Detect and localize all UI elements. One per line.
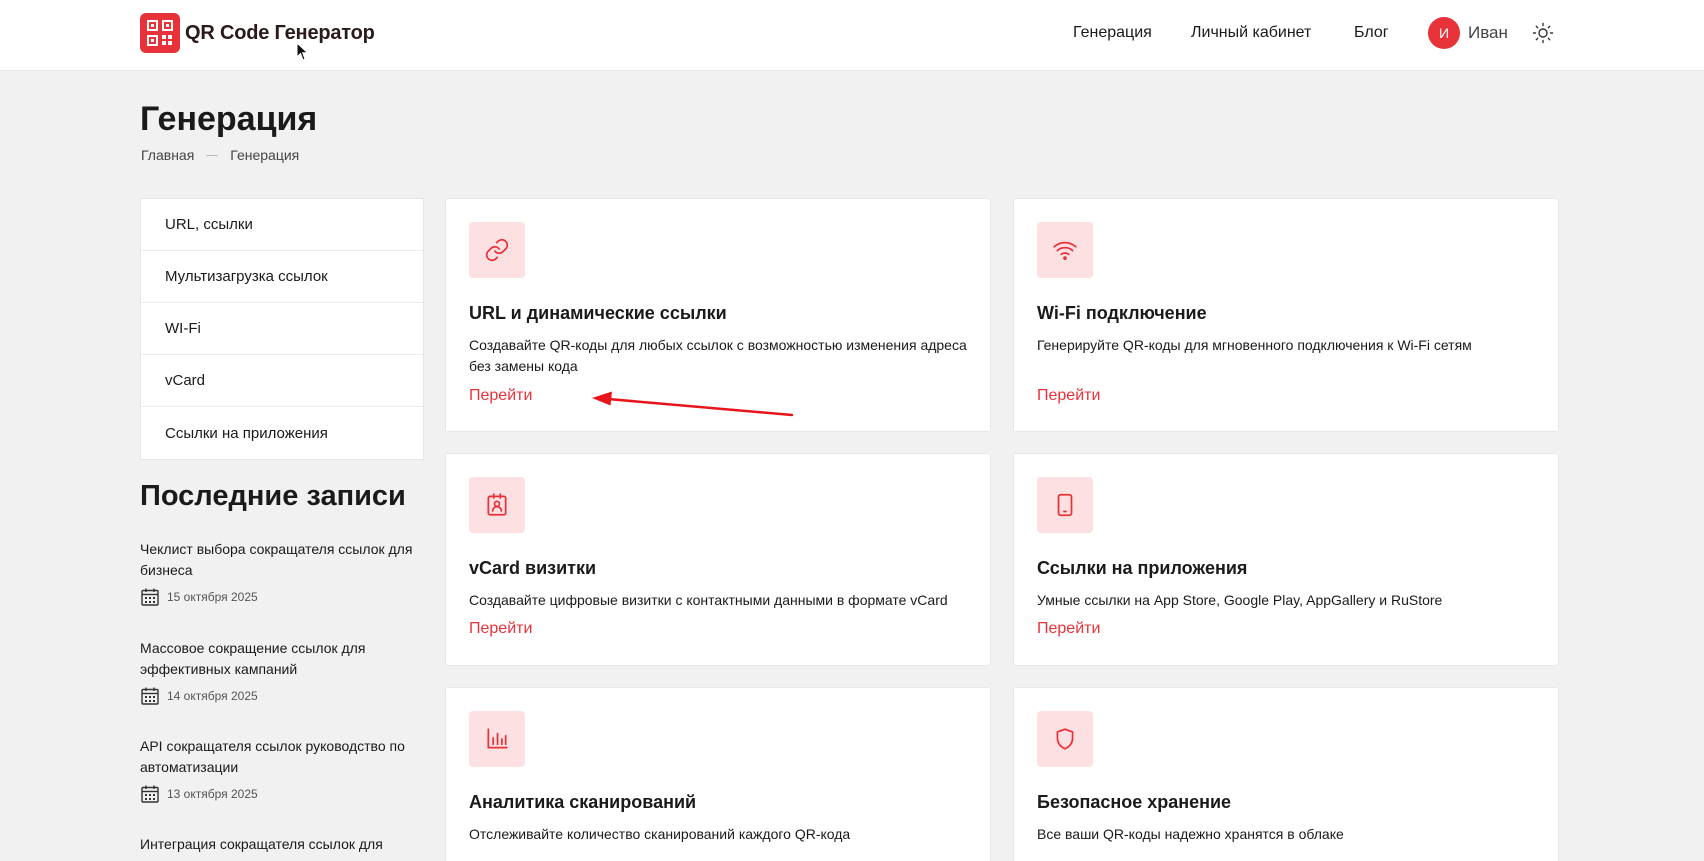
card-go-link[interactable]: Перейти bbox=[469, 387, 532, 405]
logo[interactable]: QR Code Генератор bbox=[140, 13, 375, 53]
site-header: QR Code Генератор Генерация Личный кабин… bbox=[0, 0, 1704, 71]
list-item: Интеграция сокращателя ссылок для bbox=[140, 834, 430, 855]
sidebar-item-url[interactable]: URL, ссылки bbox=[141, 199, 423, 251]
sidebar-item-vcard[interactable]: vCard bbox=[141, 355, 423, 407]
post-date: 14 октября 2025 bbox=[167, 689, 258, 703]
post-date: 15 октября 2025 bbox=[167, 590, 258, 604]
logo-text: QR Code Генератор bbox=[185, 21, 375, 44]
card-description: Все ваши QR-коды надежно хранятся в обла… bbox=[1037, 826, 1344, 842]
card-go-link[interactable]: Перейти bbox=[469, 620, 532, 638]
card-title: Аналитика сканирований bbox=[469, 792, 697, 812]
bar-chart-icon bbox=[469, 711, 525, 767]
qr-logo-icon bbox=[140, 13, 180, 53]
nav-personal-cabinet[interactable]: Личный кабинет bbox=[1191, 24, 1311, 42]
post-title[interactable]: Интеграция сокращателя ссылок для bbox=[140, 834, 430, 855]
user-name: Иван bbox=[1468, 23, 1508, 42]
user-menu[interactable]: И Иван bbox=[1428, 17, 1508, 49]
card-go-link[interactable]: Перейти bbox=[1037, 387, 1100, 405]
card-description: Отслеживайте количество сканирований каж… bbox=[469, 826, 851, 842]
card-apps: Ссылки на приложения Умные ссылки на App… bbox=[1013, 453, 1559, 666]
post-date-row: 15 октября 2025 bbox=[140, 587, 430, 607]
post-title[interactable]: Чеклист выбора сокращателя ссылок для би… bbox=[140, 539, 430, 581]
card-title: Безопасное хранение bbox=[1037, 792, 1232, 812]
post-date-row: 13 октября 2025 bbox=[140, 784, 430, 804]
link-icon bbox=[469, 222, 525, 278]
card-title: URL и динамические ссылки bbox=[469, 303, 727, 323]
sidebar-item-apps[interactable]: Ссылки на приложения bbox=[141, 407, 423, 459]
card-analytics: Аналитика сканирований Отслеживайте коли… bbox=[445, 687, 991, 861]
avatar: И bbox=[1428, 17, 1460, 49]
card-description: Создавайте цифровые визитки с контактным… bbox=[469, 592, 948, 608]
card-description: Умные ссылки на App Store, Google Play, … bbox=[1037, 592, 1443, 608]
card-title: Ссылки на приложения bbox=[1037, 558, 1248, 578]
calendar-icon bbox=[141, 785, 159, 803]
post-date-row: 14 октября 2025 bbox=[140, 686, 430, 706]
mouse-cursor-icon bbox=[296, 42, 309, 61]
breadcrumb-current: Генерация bbox=[230, 147, 300, 163]
card-wifi: Wi-Fi подключение Генерируйте QR-коды дл… bbox=[1013, 198, 1559, 432]
nav-blog[interactable]: Блог bbox=[1354, 24, 1389, 42]
card-go-link[interactable]: Перейти bbox=[1037, 620, 1100, 638]
annotation-arrow bbox=[592, 391, 794, 417]
card-title: vCard визитки bbox=[469, 558, 597, 578]
sidebar-item-wifi[interactable]: WI-Fi bbox=[141, 303, 423, 355]
sun-icon[interactable] bbox=[1532, 22, 1554, 44]
shield-icon bbox=[1037, 711, 1093, 767]
nav-generation[interactable]: Генерация bbox=[1073, 24, 1152, 42]
card-description: Генерируйте QR-коды для мгновенного подк… bbox=[1037, 337, 1472, 353]
list-item: Чеклист выбора сокращателя ссылок для би… bbox=[140, 539, 430, 607]
card-title: Wi-Fi подключение bbox=[1037, 303, 1207, 323]
wifi-icon bbox=[1037, 222, 1093, 278]
calendar-icon bbox=[141, 588, 159, 606]
card-vcard: vCard визитки Создавайте цифровые визитк… bbox=[445, 453, 991, 666]
card-description: Создавайте QR-коды для любых ссылок с во… bbox=[469, 337, 967, 374]
breadcrumb-home[interactable]: Главная bbox=[141, 147, 194, 163]
recent-posts-title: Последние записи bbox=[140, 480, 406, 512]
list-item: API сокращателя ссылок руководство по ав… bbox=[140, 736, 430, 804]
page-title: Генерация bbox=[140, 100, 318, 138]
post-title[interactable]: API сокращателя ссылок руководство по ав… bbox=[140, 736, 430, 778]
mobile-phone-icon bbox=[1037, 477, 1093, 533]
post-title[interactable]: Массовое сокращение ссылок для эффективн… bbox=[140, 638, 430, 680]
post-date: 13 октября 2025 bbox=[167, 787, 258, 801]
breadcrumb-separator bbox=[206, 154, 219, 156]
sidebar-item-multiupload[interactable]: Мультизагрузка ссылок bbox=[141, 251, 423, 303]
category-menu: URL, ссылки Мультизагрузка ссылок WI-Fi … bbox=[140, 198, 424, 460]
breadcrumb: Главная Генерация bbox=[141, 147, 299, 163]
calendar-icon bbox=[141, 687, 159, 705]
list-item: Массовое сокращение ссылок для эффективн… bbox=[140, 638, 430, 706]
contact-card-icon bbox=[469, 477, 525, 533]
card-storage: Безопасное хранение Все ваши QR-коды над… bbox=[1013, 687, 1559, 861]
